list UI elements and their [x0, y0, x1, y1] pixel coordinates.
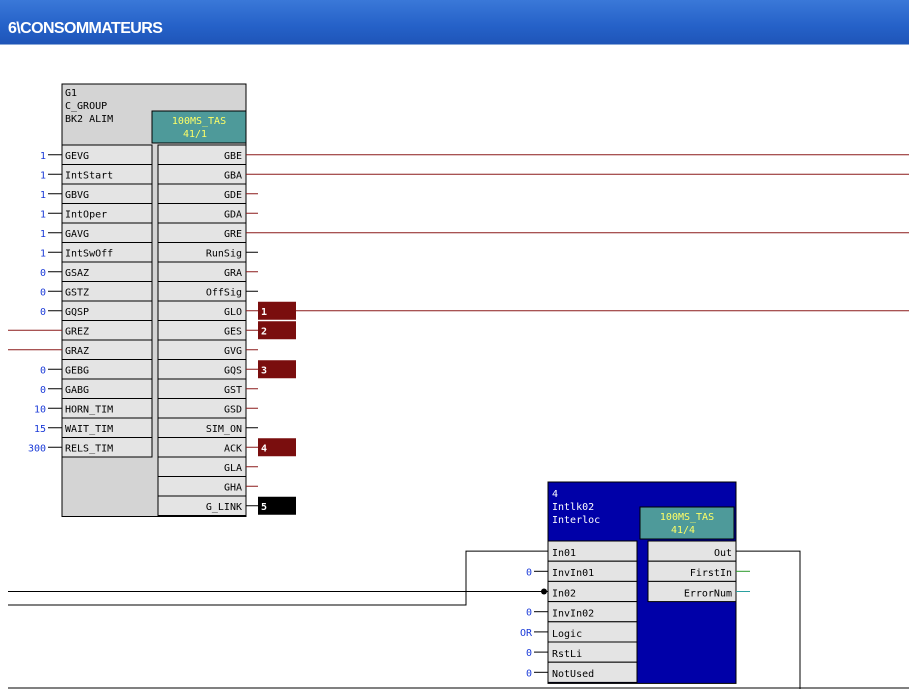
input-pin-label: IntStart [65, 171, 113, 182]
input-value: 0 [40, 268, 46, 279]
input-value: OR [520, 628, 533, 639]
input-value: 1 [40, 209, 46, 220]
input-value: 0 [526, 648, 532, 659]
input-pin-label: RELS_TIM [65, 444, 113, 455]
input-pin-label: GAVG [65, 229, 89, 240]
input-value: 1 [40, 151, 46, 162]
cfc-diagram-canvas[interactable]: G1 C_GROUP BK2 ALIM 100MS_TAS 41/1 GEVG 1 IntSt… [0, 0, 909, 689]
input-pin-label: GREZ [65, 327, 89, 338]
output-pin-label: GQS [224, 366, 242, 377]
connection-marker-label: 4 [261, 443, 267, 454]
output-pin-label: RunSig [206, 249, 242, 260]
output-pin-label: GRE [224, 229, 242, 240]
input-value: 1 [40, 229, 46, 240]
input-value: 0 [40, 365, 46, 376]
task-name: 100MS_TAS [660, 512, 714, 523]
input-value: 0 [526, 567, 532, 578]
input-value: 1 [40, 248, 46, 259]
input-value: 300 [28, 443, 46, 454]
input-pin-label: GQSP [65, 307, 89, 318]
input-pin-label: InvIn01 [552, 568, 594, 579]
block-header-line: G1 [65, 88, 77, 99]
task-position: 41/4 [671, 525, 695, 536]
input-pin-label: RstLi [552, 649, 582, 660]
input-pin-label: In02 [552, 588, 576, 599]
feedback-wire [8, 550, 548, 606]
output-pin-label: GRA [224, 268, 242, 279]
output-pin-label: ACK [224, 444, 242, 455]
input-value: 15 [34, 424, 46, 435]
input-value: 0 [526, 668, 532, 679]
block-header-line: 4 [552, 489, 558, 500]
output-pin-label: GST [224, 385, 242, 396]
connection-marker-label: 2 [261, 326, 267, 337]
output-pin-label: GDA [224, 210, 242, 221]
block-header-line: C_GROUP [65, 101, 107, 112]
input-value: 10 [34, 404, 46, 415]
block-header-line: Intlk02 [552, 502, 594, 513]
input-pin-label: InvIn02 [552, 609, 594, 620]
input-pin-label: Logic [552, 629, 582, 640]
input-pin-label: GSAZ [65, 268, 89, 279]
input-pin-label: GEBG [65, 366, 89, 377]
connection-marker-label: 1 [261, 307, 267, 318]
input-pin-label: IntOper [65, 210, 107, 221]
input-value: 1 [40, 190, 46, 201]
output-pin-label: GBE [224, 151, 242, 162]
output-pin-label: GSD [224, 405, 242, 416]
task-name: 100MS_TAS [172, 116, 226, 127]
input-value: 0 [40, 307, 46, 318]
output-pin-label: GHA [224, 483, 242, 494]
output-pin-label: ErrorNum [684, 588, 732, 599]
input-pin-label: WAIT_TIM [65, 424, 113, 435]
input-pin-label: GABG [65, 385, 89, 396]
input-value: 1 [40, 170, 46, 181]
output-pin-label: Out [714, 548, 732, 559]
connection-marker-label: 5 [261, 502, 267, 513]
output-pin-label: SIM_ON [206, 424, 242, 435]
input-pin-label: IntSwOff [65, 249, 113, 260]
block-header-line: BK2 ALIM [65, 114, 113, 125]
input-pin-label: GSTZ [65, 288, 89, 299]
input-pin-label: HORN_TIM [65, 405, 113, 416]
output-pin-label: G_LINK [206, 502, 242, 513]
connection-marker-label: 3 [261, 365, 267, 376]
input-pin-label: In01 [552, 548, 576, 559]
output-pin-label: FirstIn [690, 568, 732, 579]
input-pin-label: GEVG [65, 151, 89, 162]
block-header-line: Interloc [552, 515, 600, 526]
task-position: 41/1 [183, 129, 207, 140]
connection-dot [541, 588, 547, 595]
output-pin-label: GES [224, 327, 242, 338]
input-pin-label: GRAZ [65, 346, 89, 357]
output-pin-label: OffSig [206, 288, 242, 299]
input-pin-label: GBVG [65, 190, 89, 201]
output-pin-label: GBA [224, 171, 242, 182]
input-value: 0 [40, 385, 46, 396]
output-pin-label: GVG [224, 346, 242, 357]
output-pin-label: GDE [224, 190, 242, 201]
input-value: 0 [40, 287, 46, 298]
input-value: 0 [526, 608, 532, 619]
output-pin-label: GLA [224, 463, 242, 474]
output-pin-label: GLO [224, 307, 242, 318]
input-pin-label: NotUsed [552, 669, 594, 680]
